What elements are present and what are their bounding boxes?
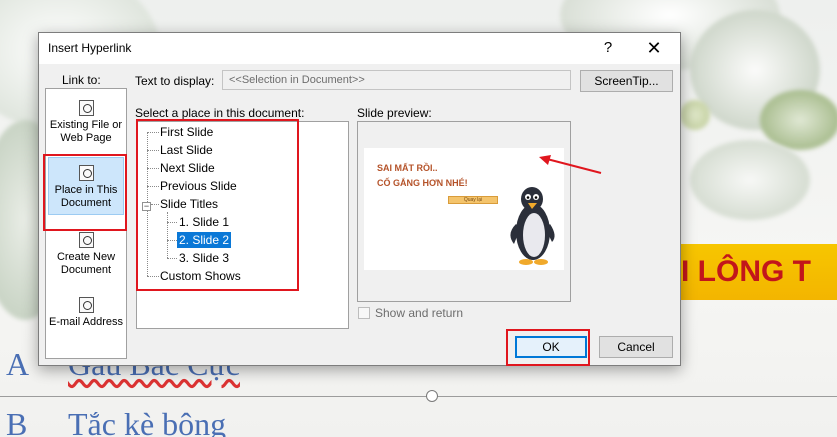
dialog-title: Insert Hyperlink — [48, 41, 132, 55]
slide-title-banner: I LÔNG T — [676, 244, 837, 300]
annotation-highlight-box — [136, 119, 299, 291]
link-to-label: Link to: — [62, 73, 101, 87]
select-place-label: Select a place in this document: — [135, 106, 305, 120]
new-document-icon — [78, 232, 94, 248]
text-to-display-field[interactable]: <<Selection in Document>> — [222, 70, 571, 90]
annotation-arrow-icon — [539, 155, 602, 174]
penguin-icon — [510, 187, 555, 265]
cancel-button[interactable]: Cancel — [599, 336, 673, 358]
link-to-email-address-label: E-mail Address — [49, 316, 123, 328]
show-and-return-checkbox[interactable] — [358, 307, 370, 319]
help-button[interactable]: ? — [597, 37, 619, 59]
show-and-return-label: Show and return — [375, 306, 464, 320]
resize-handle[interactable] — [426, 390, 438, 402]
preview-text-line2: CỐ GẮNG HƠN NHÉ! — [377, 178, 468, 188]
preview-text-line1: SAI MẤT RỒI.. — [377, 163, 438, 173]
screentip-button[interactable]: ScreenTip... — [580, 70, 673, 92]
link-to-email-address[interactable]: E-mail Address — [48, 297, 124, 329]
web-page-icon — [78, 100, 94, 116]
leaf-decoration — [760, 90, 837, 150]
email-icon — [78, 297, 94, 313]
slide-preview-label: Slide preview: — [357, 106, 432, 120]
link-to-existing-file[interactable]: Existing File or Web Page — [48, 100, 124, 145]
preview-button: Quay lại — [448, 196, 498, 204]
answer-b[interactable]: B Tắc kè bông — [6, 406, 226, 437]
annotation-highlight-box — [43, 154, 127, 231]
preview-slide-thumbnail: SAI MẤT RỒI.. CỐ GẮNG HƠN NHÉ! Quay lại — [364, 148, 564, 270]
link-to-create-new-document-label: Create New Document — [56, 251, 116, 276]
link-to-create-new-document[interactable]: Create New Document — [48, 232, 124, 277]
selection-frame-edge — [0, 396, 837, 397]
text-to-display-label: Text to display: — [135, 74, 215, 88]
leaf-decoration — [680, 100, 710, 130]
annotation-highlight-box — [506, 329, 590, 366]
answer-b-letter: B — [6, 406, 28, 437]
close-button[interactable]: ✕ — [641, 37, 667, 59]
flower-decoration — [690, 140, 810, 220]
slide-preview: SAI MẤT RỒI.. CỐ GẮNG HƠN NHÉ! Quay lại — [357, 121, 571, 302]
answer-b-text: Tắc kè bông — [68, 406, 227, 437]
insert-hyperlink-dialog: Insert Hyperlink ? ✕ Link to: Existing F… — [38, 32, 681, 366]
link-to-existing-file-label: Existing File or Web Page — [49, 119, 123, 144]
dialog-titlebar: Insert Hyperlink ? ✕ — [39, 33, 680, 64]
